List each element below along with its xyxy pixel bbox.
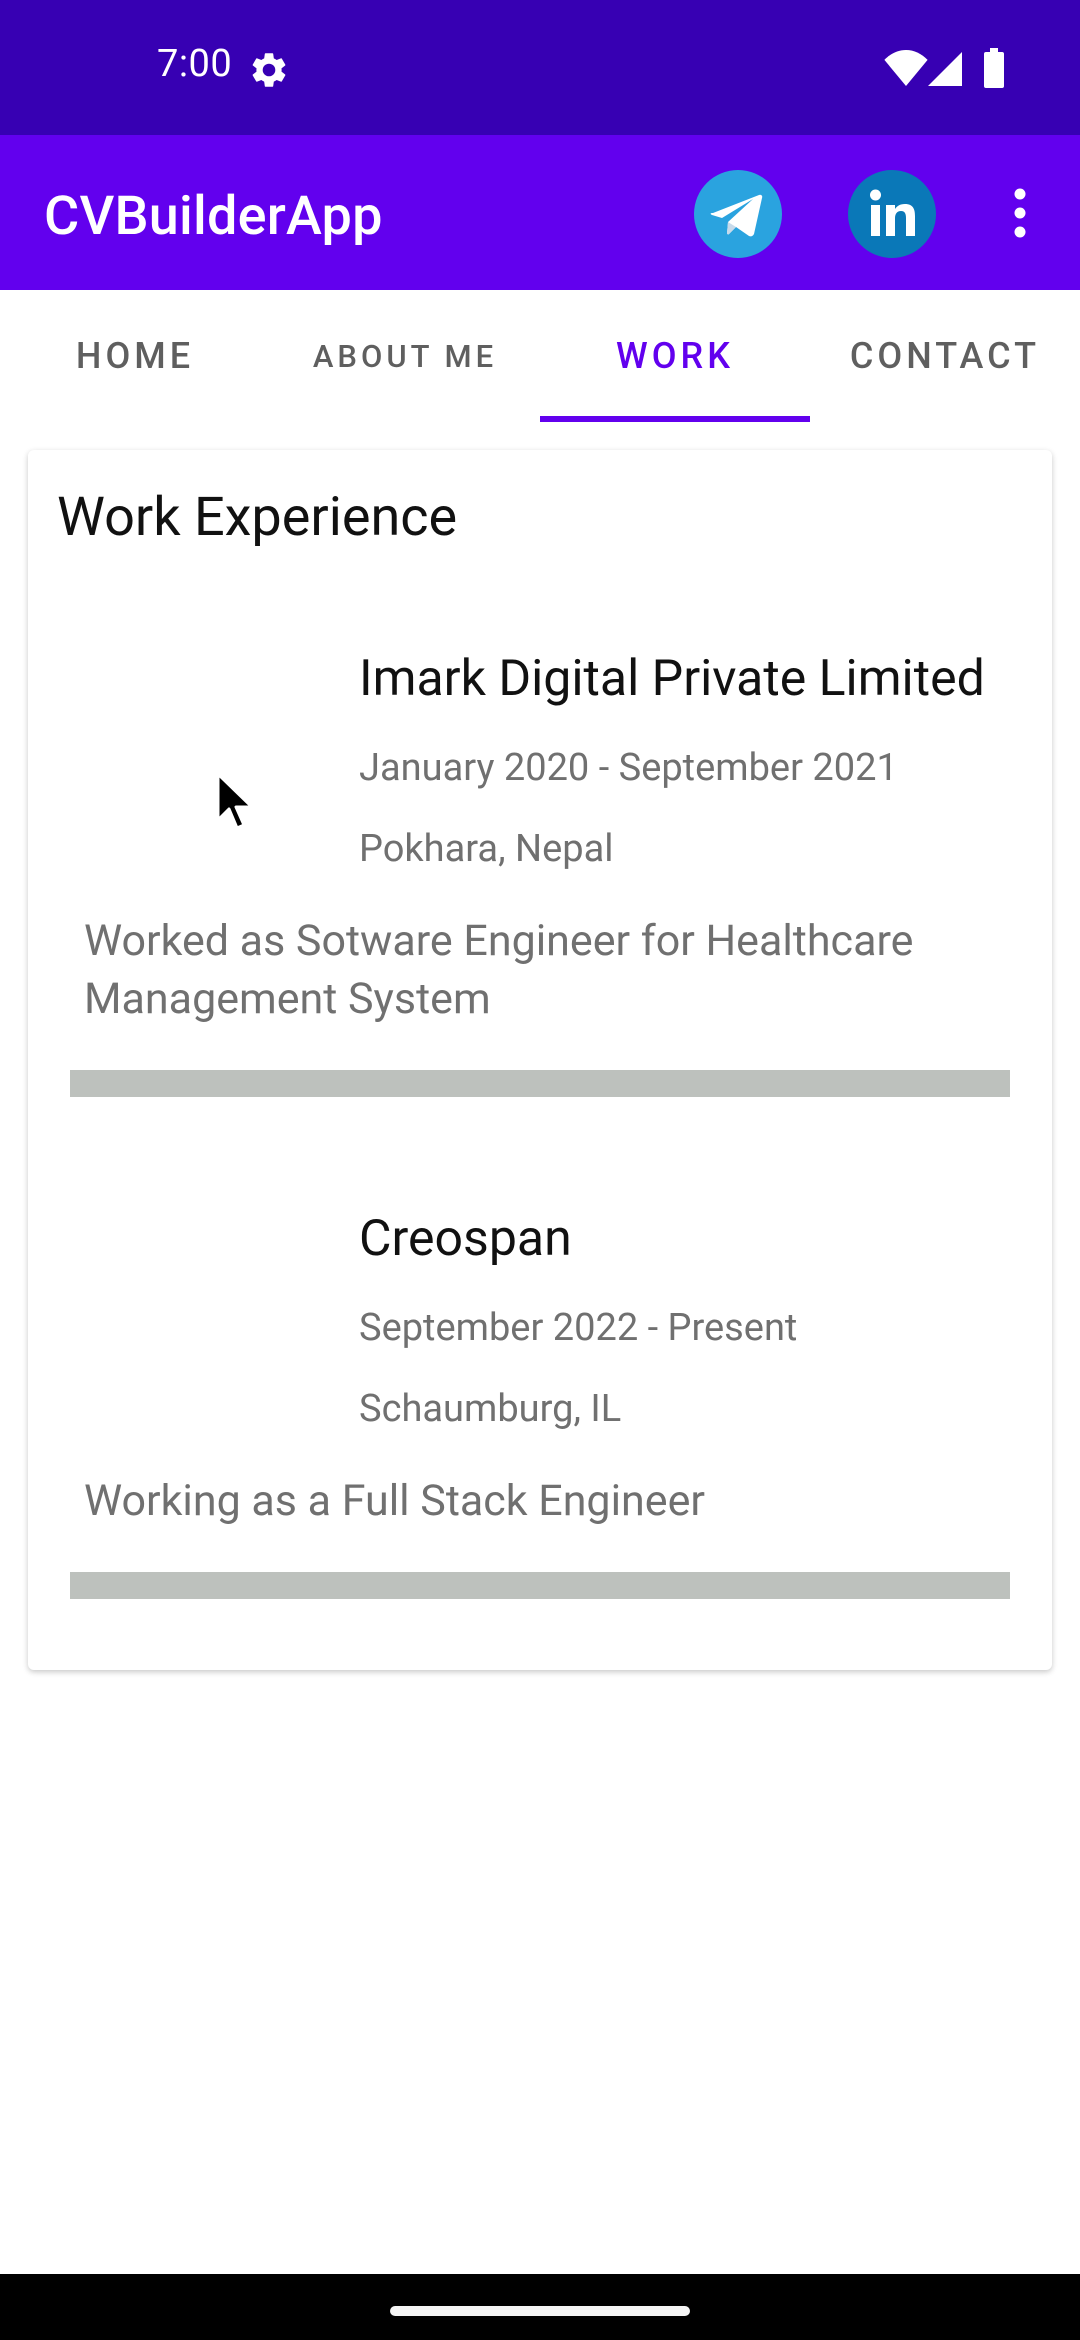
section-title: Work Experience bbox=[57, 486, 458, 549]
linkedin-logo-icon bbox=[870, 189, 915, 236]
telegram-plane-icon bbox=[710, 194, 763, 237]
signal-icon bbox=[928, 52, 962, 86]
job-location: Pokhara, Nepal bbox=[359, 827, 614, 871]
job-location: Schaumburg, IL bbox=[359, 1387, 622, 1431]
tab-bar: HOME ABOUT ME WORK CONTACT bbox=[0, 290, 1080, 422]
job-dates: January 2020 - September 2021 bbox=[359, 746, 898, 790]
work-experience-card: Work Experience Imark Digital Private Li… bbox=[28, 450, 1052, 1670]
tab-home[interactable]: HOME bbox=[0, 290, 270, 422]
more-vert-icon[interactable] bbox=[1000, 187, 1040, 239]
job-company: Creospan bbox=[359, 1210, 572, 1268]
tab-about-me[interactable]: ABOUT ME bbox=[270, 290, 540, 422]
settings-icon bbox=[252, 53, 286, 87]
wifi-icon bbox=[884, 50, 928, 86]
tab-contact[interactable]: CONTACT bbox=[810, 290, 1080, 422]
app-title: CVBuilderApp bbox=[44, 185, 383, 248]
status-time: 7:00 bbox=[157, 42, 233, 86]
job-dates: September 2022 - Present bbox=[359, 1306, 798, 1350]
tab-indicator bbox=[540, 416, 810, 422]
home-gesture-handle[interactable] bbox=[390, 2306, 690, 2316]
telegram-icon[interactable] bbox=[694, 170, 782, 258]
linkedin-icon[interactable] bbox=[848, 170, 936, 258]
job-description: Worked as Sotware Engineer for Healthcar… bbox=[84, 916, 914, 1024]
job-divider bbox=[70, 1070, 1010, 1097]
mouse-cursor-icon bbox=[216, 772, 254, 830]
job-description: Working as a Full Stack Engineer bbox=[84, 1476, 705, 1526]
job-company: Imark Digital Private Limited bbox=[359, 650, 985, 708]
battery-icon bbox=[984, 48, 1004, 88]
job-divider bbox=[70, 1572, 1010, 1599]
app-bar: CVBuilderApp bbox=[0, 135, 1080, 290]
tab-work[interactable]: WORK bbox=[540, 290, 810, 422]
status-bar: 7:00 bbox=[0, 0, 1080, 135]
